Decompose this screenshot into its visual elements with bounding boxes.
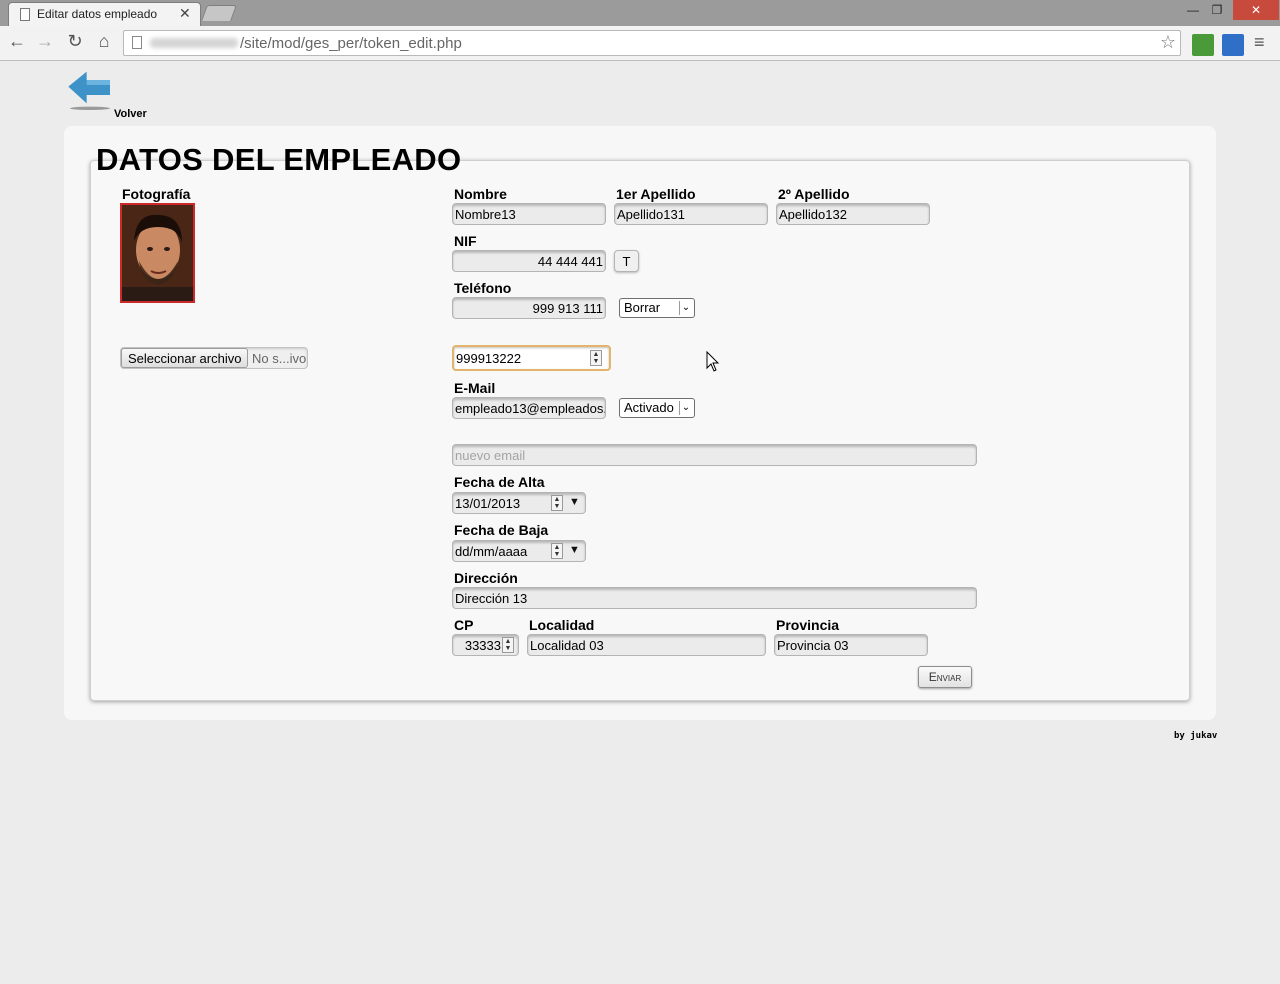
back-icon[interactable]: ← xyxy=(6,31,28,52)
new-tab-button[interactable] xyxy=(201,5,237,21)
window-close-icon[interactable]: ✕ xyxy=(1233,0,1279,20)
email-status-value: Activado xyxy=(624,400,674,415)
email-label: E-Mail xyxy=(454,380,496,396)
back-link-label[interactable]: Volver xyxy=(114,108,147,120)
nombre-label: Nombre xyxy=(454,186,507,202)
stepper-icon[interactable]: ▲ ▼ xyxy=(551,495,563,511)
nif-label: NIF xyxy=(454,233,477,249)
email-status-select[interactable]: Activado ⌄ xyxy=(619,398,695,418)
reload-icon[interactable]: ↻ xyxy=(64,31,86,52)
page-icon xyxy=(132,36,142,49)
extension-chart-icon[interactable] xyxy=(1222,34,1244,56)
photo-file-input[interactable]: Seleccionar archivo No s...ivo xyxy=(120,347,308,369)
page-icon xyxy=(20,8,30,21)
chevron-down-icon: ⌄ xyxy=(679,301,692,315)
calendar-dropdown-icon[interactable]: ▼ xyxy=(569,544,580,556)
url-host-blurred xyxy=(150,38,238,48)
email-input[interactable]: empleado13@empleados. xyxy=(452,397,606,419)
new-email-input[interactable]: nuevo email xyxy=(452,444,977,466)
fecha-alta-label: Fecha de Alta xyxy=(454,474,545,490)
apellido1-label: 1er Apellido xyxy=(616,186,696,202)
direccion-label: Dirección xyxy=(454,570,518,586)
nombre-input[interactable]: Nombre13 xyxy=(452,203,606,225)
forward-icon[interactable]: → xyxy=(34,31,56,52)
menu-icon[interactable]: ≡ xyxy=(1254,32,1265,53)
apellido1-input[interactable]: Apellido131 xyxy=(614,203,768,225)
tab-strip: Editar datos empleado ✕ — ❐ ✕ xyxy=(0,0,1280,26)
fecha-alta-input[interactable]: 13/01/2013 xyxy=(452,492,586,514)
nif-input[interactable]: 44 444 441 xyxy=(452,250,606,272)
page-title: DATOS DEL EMPLEADO xyxy=(96,142,462,177)
back-arrow-icon[interactable] xyxy=(64,70,116,110)
enviar-button[interactable]: Enviar xyxy=(918,666,972,688)
employee-form xyxy=(90,160,1190,701)
telefono-input[interactable]: 999 913 111 xyxy=(452,297,606,319)
apellido2-input[interactable]: Apellido132 xyxy=(776,203,930,225)
footer-credit: by jukav xyxy=(1174,731,1218,741)
telefono-action-value: Borrar xyxy=(624,300,661,315)
localidad-input[interactable]: Localidad 03 xyxy=(527,634,766,656)
url-text: /site/mod/ges_per/token_edit.php xyxy=(240,35,462,52)
chevron-down-icon: ⌄ xyxy=(679,401,692,415)
home-icon[interactable]: ⌂ xyxy=(93,31,115,52)
telefono-new-input[interactable]: 999913222 xyxy=(452,345,611,371)
provincia-input[interactable]: Provincia 03 xyxy=(774,634,928,656)
telefono-label: Teléfono xyxy=(454,280,512,296)
stepper-icon[interactable]: ▲ ▼ xyxy=(502,637,514,653)
employee-photo xyxy=(120,203,195,303)
calendar-dropdown-icon[interactable]: ▼ xyxy=(569,496,580,508)
file-status: No s...ivo xyxy=(252,351,307,366)
direccion-input[interactable]: Dirección 13 xyxy=(452,587,977,609)
browser-toolbar: ← → ↻ ⌂ /site/mod/ges_per/token_edit.php… xyxy=(0,26,1280,61)
extension-icon[interactable] xyxy=(1192,34,1214,56)
apellido2-label: 2º Apellido xyxy=(778,186,850,202)
close-icon[interactable]: ✕ xyxy=(179,5,191,22)
photo-label: Fotografía xyxy=(122,186,191,202)
cp-label: CP xyxy=(454,617,474,633)
minimize-icon[interactable]: — xyxy=(1182,0,1204,20)
select-file-button[interactable]: Seleccionar archivo xyxy=(121,348,249,368)
tab-title: Editar datos empleado xyxy=(37,7,158,21)
fecha-baja-label: Fecha de Baja xyxy=(454,522,549,538)
address-bar[interactable]: /site/mod/ges_per/token_edit.php ☆ xyxy=(123,30,1181,56)
nif-letter: T xyxy=(614,250,639,272)
mouse-cursor-icon xyxy=(706,351,720,372)
telefono-action-select[interactable]: Borrar ⌄ xyxy=(619,298,695,318)
tab-editar-datos[interactable]: Editar datos empleado ✕ xyxy=(8,2,201,26)
restore-icon[interactable]: ❐ xyxy=(1206,0,1228,20)
localidad-label: Localidad xyxy=(529,617,595,633)
fecha-baja-input[interactable]: dd/mm/aaaa xyxy=(452,540,586,562)
bookmark-star-icon[interactable]: ☆ xyxy=(1160,32,1176,53)
stepper-icon[interactable]: ▲ ▼ xyxy=(590,350,602,366)
provincia-label: Provincia xyxy=(776,617,840,633)
stepper-icon[interactable]: ▲ ▼ xyxy=(551,543,563,559)
